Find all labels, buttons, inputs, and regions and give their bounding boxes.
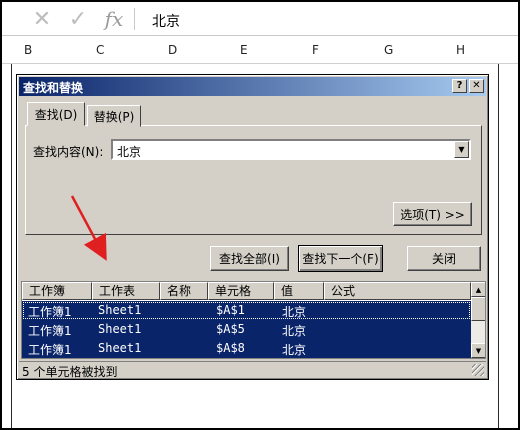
column-header-h[interactable]: H <box>456 43 465 57</box>
enter-icon[interactable]: ✓ <box>66 7 90 32</box>
scroll-up-icon[interactable]: ▲ <box>471 282 485 297</box>
resize-grip-icon[interactable] <box>472 364 484 376</box>
result-cell: $A$5 <box>216 322 245 336</box>
result-row[interactable]: 工作簿1 Sheet1 $A$8 北京 <box>22 339 471 358</box>
result-cell: $A$8 <box>216 341 245 355</box>
grid-line <box>498 64 499 428</box>
formula-bar: ✕ ✓ fx 北京 <box>2 2 518 36</box>
column-header-cell[interactable]: 单元格 <box>208 282 274 300</box>
result-value: 北京 <box>282 324 307 338</box>
column-header-c[interactable]: C <box>96 43 104 57</box>
column-header-name[interactable]: 名称 <box>160 282 208 300</box>
result-workbook: 工作簿1 <box>28 324 72 338</box>
scroll-thumb[interactable] <box>471 297 485 321</box>
tab-replace[interactable]: 替换(P) <box>87 105 141 127</box>
column-header-value[interactable]: 值 <box>274 282 324 300</box>
tab-find[interactable]: 查找(D) <box>27 102 85 126</box>
insert-function-button[interactable]: fx <box>102 7 126 31</box>
column-header-sheet[interactable]: 工作表 <box>92 282 160 300</box>
column-header-g[interactable]: G <box>384 43 393 57</box>
formula-bar-divider <box>134 8 135 30</box>
cancel-icon[interactable]: ✕ <box>30 7 54 32</box>
dialog-title: 查找和替换 <box>23 81 84 95</box>
close-icon[interactable]: ✕ <box>469 79 484 93</box>
column-header-d[interactable]: D <box>168 43 177 57</box>
column-header-row: B C D E F G H <box>2 36 518 64</box>
status-bar: 5 个单元格被找到 <box>19 361 486 379</box>
column-header-b[interactable]: B <box>24 43 32 57</box>
find-what-input[interactable]: 北京 ▼ <box>111 139 471 160</box>
options-button[interactable]: 选项(T) >> <box>393 202 472 226</box>
close-button[interactable]: 关闭 <box>407 246 481 271</box>
result-sheet: Sheet1 <box>98 341 142 355</box>
grid-line <box>11 64 12 428</box>
results-scrollbar[interactable]: ▲ ▼ <box>471 282 485 358</box>
find-what-label: 查找内容(N): <box>33 145 104 159</box>
find-all-button[interactable]: 查找全部(I) <box>210 246 289 271</box>
help-button[interactable]: ? <box>452 79 467 93</box>
dialog-titlebar[interactable]: 查找和替换 ? ✕ <box>19 77 486 96</box>
result-cell: $A$1 <box>216 303 245 317</box>
scroll-down-icon[interactable]: ▼ <box>471 343 485 358</box>
chevron-down-icon[interactable]: ▼ <box>454 141 469 158</box>
status-text: 5 个单元格被找到 <box>22 365 118 379</box>
result-row[interactable]: 工作簿1 Sheet1 $A$1 北京 <box>22 301 471 320</box>
find-what-value: 北京 <box>117 145 142 159</box>
result-row[interactable]: 工作簿1 Sheet1 $A$5 北京 <box>22 320 471 339</box>
result-sheet: Sheet1 <box>98 322 142 336</box>
result-workbook: 工作簿1 <box>28 305 72 319</box>
column-header-e[interactable]: E <box>240 43 248 57</box>
result-value: 北京 <box>282 343 307 357</box>
find-next-button[interactable]: 查找下一个(F) <box>298 245 383 272</box>
results-header: 工作簿 工作表 名称 单元格 值 公式 <box>22 282 471 300</box>
column-header-formula[interactable]: 公式 <box>324 282 471 300</box>
column-header-f[interactable]: F <box>312 43 319 57</box>
focus-indicator <box>23 302 470 319</box>
result-workbook: 工作簿1 <box>28 343 72 357</box>
result-sheet: Sheet1 <box>98 303 142 317</box>
column-header-workbook[interactable]: 工作簿 <box>22 282 92 300</box>
annotation-arrow-icon <box>70 195 107 261</box>
formula-input[interactable]: 北京 <box>152 11 180 31</box>
results-list[interactable]: 工作簿 工作表 名称 单元格 值 公式 工作簿1 Sheet1 $A$1 北京 … <box>21 281 486 359</box>
result-value: 北京 <box>282 305 307 319</box>
